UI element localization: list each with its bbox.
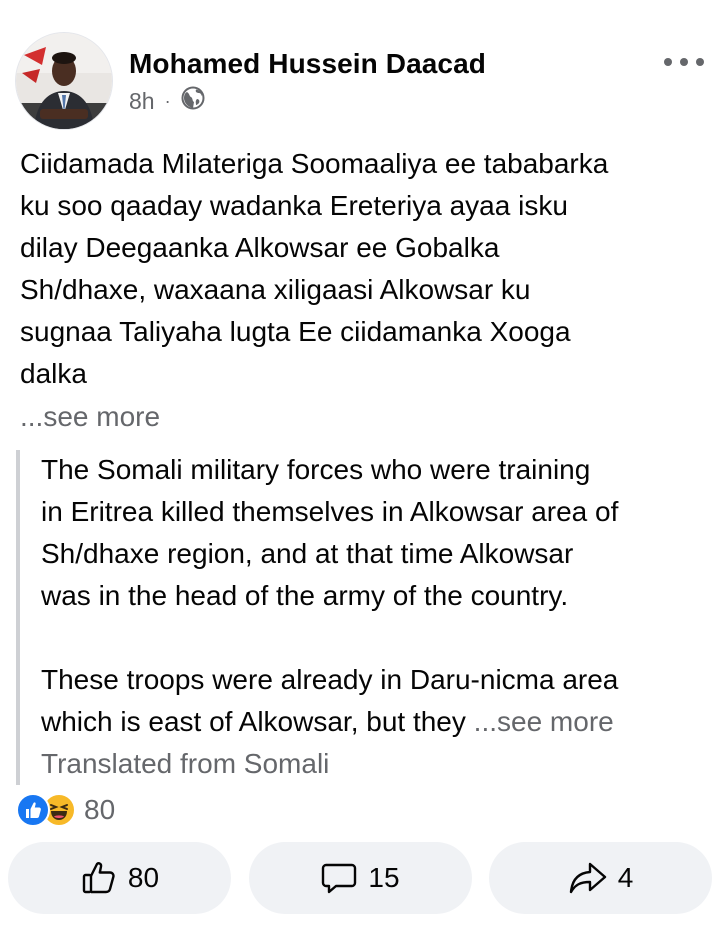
post-header: Mohamed Hussein Daacad 8h · xyxy=(0,0,720,140)
avatar[interactable] xyxy=(15,32,113,130)
reaction-summary[interactable]: 80 xyxy=(16,792,115,828)
meta-separator: · xyxy=(164,90,171,111)
post-text-line: sugnaa Taliyaha lugta Ee ciidamanka Xoog… xyxy=(20,316,571,347)
author-name[interactable]: Mohamed Hussein Daacad xyxy=(129,48,486,80)
share-button[interactable]: 4 xyxy=(489,842,712,914)
share-count: 4 xyxy=(617,862,634,893)
like-count: 80 xyxy=(127,862,160,893)
translation-block: The Somali military forces who were trai… xyxy=(41,449,716,785)
avatar-image xyxy=(16,33,112,129)
post-body: Ciidamada Milateriga Soomaaliya ee tabab… xyxy=(20,143,710,395)
action-bar: 80 15 4 xyxy=(8,842,712,914)
globe-icon[interactable] xyxy=(181,86,205,116)
comment-icon xyxy=(320,859,358,897)
see-more-link[interactable]: ...see more xyxy=(20,396,160,438)
post-text-line: Sh/dhaxe, waxaana xiligaasi Alkowsar ku xyxy=(20,274,531,305)
translation-quote-bar xyxy=(16,450,20,785)
translation-line-text: which is east of Alkowsar, but they xyxy=(41,706,474,737)
reaction-count: 80 xyxy=(84,794,116,825)
post-text-line: ku soo qaaday wadanka Ereteriya ayaa isk… xyxy=(20,190,568,221)
share-icon xyxy=(568,859,608,897)
more-options-button[interactable] xyxy=(664,52,704,72)
like-icon xyxy=(16,793,50,827)
translation-line: Sh/dhaxe region, and at that time Alkows… xyxy=(41,538,574,569)
post-meta: 8h · xyxy=(129,86,205,116)
translation-line: was in the head of the army of the count… xyxy=(41,580,569,611)
translated-from-link[interactable]: Translated from Somali xyxy=(41,743,716,785)
thumbs-up-icon xyxy=(80,859,118,897)
comment-count: 15 xyxy=(368,862,400,893)
translation-line: The Somali military forces who were trai… xyxy=(41,454,591,485)
post-time[interactable]: 8h xyxy=(129,88,155,115)
post-text-line: Ciidamada Milateriga Soomaaliya ee tabab… xyxy=(20,148,609,179)
comment-button[interactable]: 15 xyxy=(248,842,472,914)
translation-see-more-link[interactable]: ...see more xyxy=(474,706,614,737)
post-text-line: dilay Deegaanka Alkowsar ee Gobalka xyxy=(20,232,500,263)
more-dots-icon xyxy=(664,58,672,66)
translation-line: which is east of Alkowsar, but they ...s… xyxy=(41,701,716,743)
post-text-line: dalka xyxy=(20,358,87,389)
translation-line: These troops were already in Daru-nicma … xyxy=(41,664,619,695)
like-button[interactable]: 80 xyxy=(8,842,231,914)
translation-line: in Eritrea killed themselves in Alkowsar… xyxy=(41,496,619,527)
